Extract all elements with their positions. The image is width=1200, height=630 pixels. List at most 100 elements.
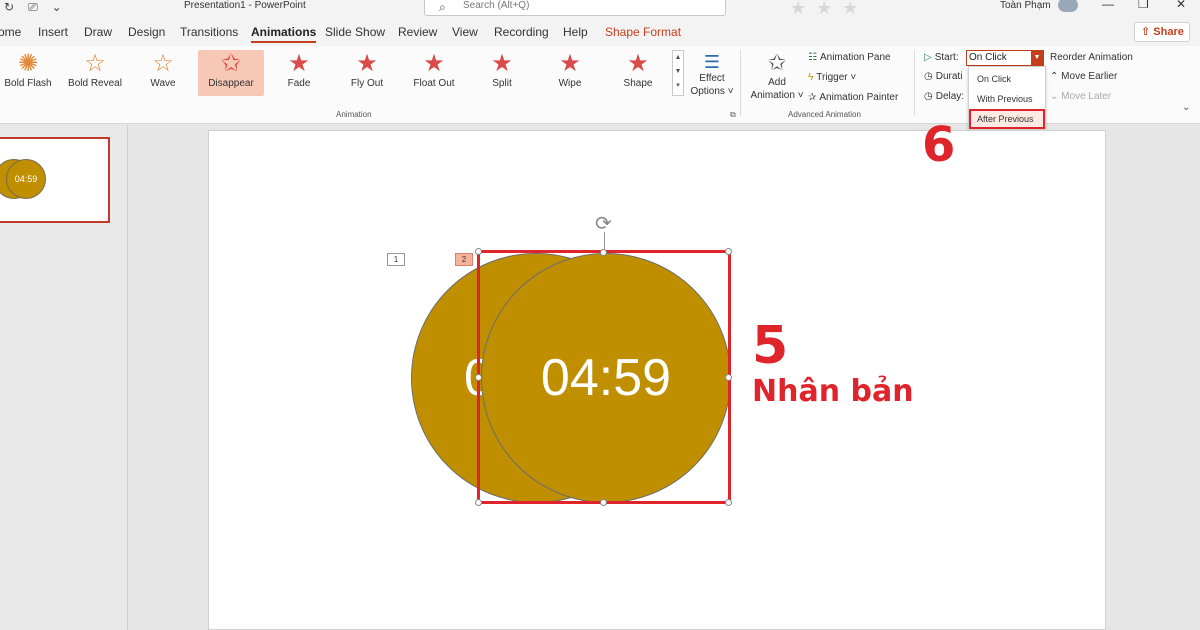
title-bar: ↻ ⎚ ⌄ Presentation1 - PowerPoint ⌕ Searc… [0, 0, 1200, 18]
duration-label: ◷ Durati [924, 71, 963, 82]
present-icon[interactable]: ⎚ [28, 0, 38, 14]
animation-painter-button[interactable]: ✰ Animation Painter [808, 92, 898, 103]
gallery-more-icon[interactable]: ▾ [673, 79, 683, 93]
resize-handle[interactable] [725, 499, 732, 506]
resize-handle[interactable] [725, 248, 732, 255]
dialog-launcher-icon[interactable]: ⧉ [730, 110, 736, 120]
animation-pane-button[interactable]: ☷ Animation Pane [808, 52, 891, 63]
search-input[interactable]: ⌕ Search (Alt+Q) [424, 0, 726, 16]
scroll-up-icon[interactable]: ▲ [673, 51, 683, 65]
tab-draw[interactable]: Draw [84, 25, 112, 39]
reorder-animation-title: Reorder Animation [1050, 52, 1133, 63]
resize-handle[interactable] [475, 374, 482, 381]
tab-recording[interactable]: Recording [494, 25, 549, 39]
add-star-icon: ✩ [767, 50, 787, 75]
slide-thumbnail-pane: 04:59 [0, 125, 128, 630]
arrow-up-icon: ⌃ [1050, 71, 1059, 82]
animation-label: Fly Out [350, 78, 384, 89]
add-animation-label: Add [768, 77, 786, 88]
tab-design[interactable]: Design [128, 25, 165, 39]
clock-icon: ◷ [924, 71, 933, 82]
animation-shape[interactable]: ★ Shape [616, 50, 660, 96]
tab-animations[interactable]: Animations [251, 25, 317, 43]
customize-qat-icon[interactable]: ⌄ [52, 0, 62, 14]
scroll-down-icon[interactable]: ▼ [673, 65, 683, 79]
animation-fly-out[interactable]: ★ Fly Out [340, 50, 394, 96]
animation-bold-reveal[interactable]: ☆ Bold Reveal [64, 50, 126, 96]
redo-icon[interactable]: ↻ [4, 0, 14, 14]
tab-review[interactable]: Review [398, 25, 437, 39]
quick-access-toolbar: ↻ ⎚ ⌄ [4, 0, 62, 14]
trigger-label: Trigger [816, 72, 848, 83]
play-icon: ▷ [924, 52, 932, 63]
tab-transitions[interactable]: Transitions [180, 25, 238, 39]
tab-insert[interactable]: Insert [38, 25, 68, 39]
animation-wave[interactable]: ☆ Wave [136, 50, 190, 96]
animation-label: Wave [150, 78, 176, 89]
animation-label: Split [492, 78, 512, 89]
close-icon[interactable]: ✕ [1176, 0, 1186, 11]
group-label-animation: Animation [336, 110, 372, 119]
animation-label: Bold Reveal [68, 78, 122, 89]
star-icon: ★ [627, 50, 649, 77]
option-on-click[interactable]: On Click [969, 69, 1045, 89]
animation-label: Bold Flash [4, 78, 52, 89]
resize-handle[interactable] [475, 499, 482, 506]
gallery-scroll[interactable]: ▲ ▼ ▾ [672, 50, 684, 96]
start-select[interactable]: On Click ▼ [966, 50, 1044, 66]
option-after-previous[interactable]: After Previous [969, 109, 1045, 129]
step-5-number: 5 [752, 316, 789, 376]
group-separator [914, 50, 915, 116]
effect-options-button[interactable]: ☰ Effect Options ˅ [688, 52, 736, 98]
trigger-button[interactable]: ϟ Trigger ˅ [808, 72, 856, 83]
start-select-value: On Click [969, 52, 1007, 63]
animation-wipe[interactable]: ★ Wipe [548, 50, 592, 96]
chevron-down-icon[interactable]: ▼ [1031, 51, 1043, 65]
slide-thumbnail-1[interactable]: 04:59 [0, 137, 110, 223]
search-placeholder: Search (Alt+Q) [463, 0, 530, 11]
move-later-button[interactable]: ⌄ Move Later [1050, 91, 1111, 102]
rotate-handle-icon[interactable]: ⟳ [595, 214, 612, 234]
animation-pane-label: Animation Pane [819, 52, 891, 63]
resize-handle[interactable] [600, 499, 607, 506]
restore-icon[interactable]: ❐ [1138, 0, 1149, 11]
resize-handle[interactable] [475, 248, 482, 255]
animation-tag-2[interactable]: 2 [455, 253, 473, 266]
animation-fade[interactable]: ★ Fade [274, 50, 324, 96]
effect-options-label: Effect [699, 73, 725, 84]
group-label-advanced: Advanced Animation [788, 110, 861, 119]
tab-help[interactable]: Help [563, 25, 588, 39]
start-dropdown-menu: On Click With Previous After Previous [968, 66, 1046, 130]
selection-highlight [477, 250, 731, 504]
search-icon: ⌕ [439, 0, 446, 14]
animation-disappear[interactable]: ✩ Disappear [198, 50, 264, 96]
animation-tag-1[interactable]: 1 [387, 253, 405, 266]
star-icon: ★ [491, 50, 513, 77]
tab-view[interactable]: View [452, 25, 478, 39]
tab-shape-format[interactable]: Shape Format [605, 25, 681, 39]
header-decoration: ★★★ [790, 0, 869, 18]
animation-split[interactable]: ★ Split [480, 50, 524, 96]
animation-bold-flash[interactable]: ✺ Bold Flash [0, 50, 56, 96]
slide-canvas[interactable]: 1 2 0 04:59 ⟳ [208, 130, 1106, 630]
minimize-icon[interactable]: — [1102, 0, 1114, 11]
option-with-previous[interactable]: With Previous [969, 89, 1045, 109]
move-earlier-button[interactable]: ⌃ Move Earlier [1050, 71, 1117, 82]
tab-home[interactable]: ome [0, 25, 21, 39]
star-icon: ★ [288, 50, 310, 77]
add-animation-label-2: Animation ˅ [750, 90, 804, 101]
resize-handle[interactable] [725, 374, 732, 381]
share-button[interactable]: ⇧ Share [1134, 22, 1190, 42]
star-icon: ★ [559, 50, 581, 77]
animation-float-out[interactable]: ★ Float Out [406, 50, 462, 96]
tab-slide-show[interactable]: Slide Show [325, 25, 385, 39]
user-name[interactable]: Toàn Phạm [1000, 0, 1051, 12]
star-b-icon: ☆ [84, 50, 106, 77]
star-a-icon: ☆ [152, 50, 174, 77]
avatar[interactable] [1058, 0, 1078, 12]
effect-options-icon: ☰ [703, 52, 721, 72]
lightning-icon: ϟ [808, 72, 814, 83]
resize-handle[interactable] [600, 249, 607, 256]
collapse-ribbon-icon[interactable]: ⌄ [1182, 102, 1190, 113]
add-animation-button[interactable]: ✩ Add Animation ˅ [750, 50, 804, 102]
